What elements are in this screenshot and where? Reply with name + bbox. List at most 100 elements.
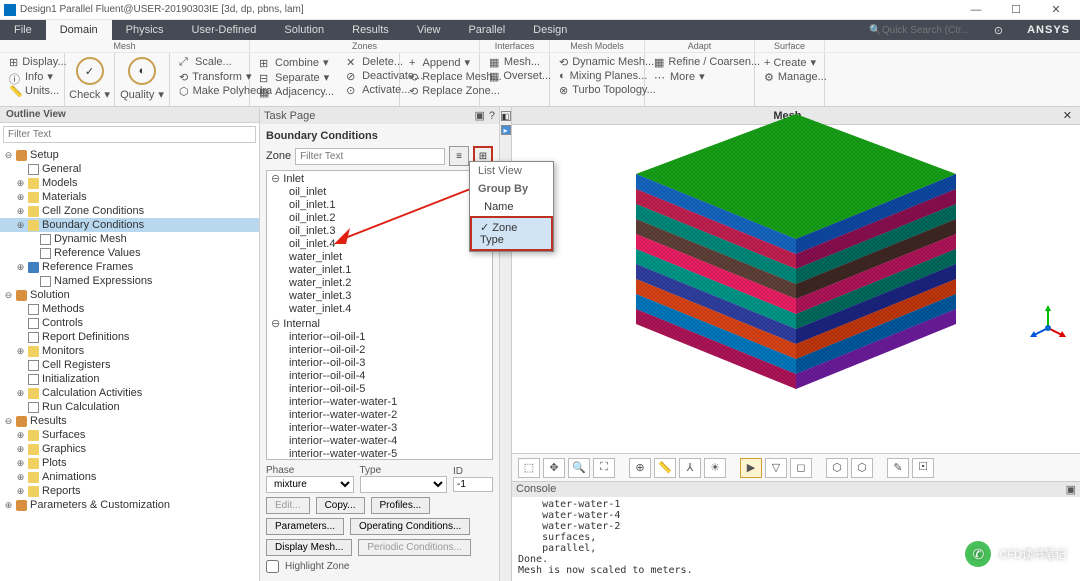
zone-item[interactable]: interior--water-water-1: [267, 396, 492, 409]
vt-persp[interactable]: ⬡: [851, 458, 873, 478]
check-button[interactable]: Check▾: [71, 87, 108, 102]
sidebar-pin-button[interactable]: ▸: [501, 125, 511, 135]
zone-item[interactable]: water_inlet.3: [267, 290, 492, 303]
tree-item[interactable]: Methods: [0, 302, 259, 316]
zone-item[interactable]: oil_inlet.3: [267, 225, 492, 238]
vt-pan[interactable]: ✥: [543, 458, 565, 478]
quality-button[interactable]: Quality▾: [121, 87, 163, 102]
vt-light[interactable]: ☀: [704, 458, 726, 478]
tree-item[interactable]: ⊖Solution: [0, 288, 259, 302]
viewport-close-button[interactable]: ✕: [1059, 109, 1076, 122]
mixing-planes-button[interactable]: ◐Mixing Planes...: [556, 69, 638, 83]
taskpage-help-icon[interactable]: ?: [489, 110, 495, 122]
profiles-button[interactable]: Profiles...: [371, 497, 431, 514]
tree-item[interactable]: ⊖Results: [0, 414, 259, 428]
info-button[interactable]: ⓘInfo▾: [6, 69, 58, 84]
tree-item[interactable]: ⊕Boundary Conditions: [0, 218, 259, 232]
vt-ruler[interactable]: 📏: [654, 458, 676, 478]
tree-item[interactable]: ⊕Reference Frames: [0, 260, 259, 274]
vt-snapshot[interactable]: 🞔: [912, 458, 934, 478]
vt-probe[interactable]: ⊕: [629, 458, 651, 478]
sidebar-collapse-button[interactable]: ◧: [501, 111, 511, 121]
zone-filter-input[interactable]: [295, 148, 445, 165]
tree-item[interactable]: Cell Registers: [0, 358, 259, 372]
scale-button[interactable]: ⤢Scale...: [176, 55, 243, 69]
zone-item[interactable]: interior--water-water-2: [267, 409, 492, 422]
popup-listview[interactable]: List View: [470, 162, 553, 180]
maximize-button[interactable]: ☐: [996, 1, 1036, 19]
menu-tab-parallel[interactable]: Parallel: [454, 20, 519, 40]
display-mesh-button[interactable]: Display Mesh...: [266, 539, 352, 556]
periodic-button[interactable]: Periodic Conditions...: [358, 539, 471, 556]
zone-item[interactable]: interior--water-water-4: [267, 435, 492, 448]
edit-button[interactable]: Edit...: [266, 497, 310, 514]
tree-item[interactable]: ⊕Materials: [0, 190, 259, 204]
vt-annotate[interactable]: ✎: [887, 458, 909, 478]
copy-button[interactable]: Copy...: [316, 497, 365, 514]
vt-zoomfit[interactable]: ⛶: [593, 458, 615, 478]
tree-item[interactable]: ⊕Surfaces: [0, 428, 259, 442]
zone-item[interactable]: interior--water-water-5: [267, 448, 492, 460]
tree-item[interactable]: Report Definitions: [0, 330, 259, 344]
adapt-more-button[interactable]: ⋯More▾: [651, 69, 748, 84]
refine-button[interactable]: ▦Refine / Coarsen...: [651, 55, 748, 69]
zone-item[interactable]: oil_inlet.1: [267, 199, 492, 212]
mesh-interfaces-button[interactable]: ▦Mesh...: [486, 55, 543, 69]
taskpage-undock-icon[interactable]: ▣: [474, 109, 484, 122]
overset-button[interactable]: ▦Overset...: [486, 69, 543, 83]
vt-axis[interactable]: ⅄: [679, 458, 701, 478]
zone-item[interactable]: oil_inlet.2: [267, 212, 492, 225]
vt-zoom[interactable]: 🔍: [568, 458, 590, 478]
append-button[interactable]: +Append▾: [406, 55, 473, 70]
zone-item[interactable]: water_inlet: [267, 251, 492, 264]
makepoly-button[interactable]: ⬡Make Polyhedra: [176, 84, 243, 98]
tree-item[interactable]: ⊖Setup: [0, 148, 259, 162]
vt-wireframe[interactable]: ▽: [765, 458, 787, 478]
menu-tab-view[interactable]: View: [403, 20, 455, 40]
tree-item[interactable]: ⊕Plots: [0, 456, 259, 470]
create-surface-button[interactable]: + Create▾: [761, 55, 818, 70]
display-button[interactable]: ⊞Display...: [6, 55, 58, 69]
vt-iso[interactable]: ⬡: [826, 458, 848, 478]
replace-zone-button[interactable]: ⟲Replace Zone...: [406, 84, 473, 98]
units-button[interactable]: 📏Units...: [6, 84, 58, 98]
zone-item[interactable]: water_inlet.2: [267, 277, 492, 290]
operating-conditions-button[interactable]: Operating Conditions...: [350, 518, 470, 535]
vt-shaded[interactable]: ▶: [740, 458, 762, 478]
zone-item[interactable]: water_inlet.1: [267, 264, 492, 277]
menu-tab-results[interactable]: Results: [338, 20, 403, 40]
help-icon[interactable]: ⊙: [980, 20, 1017, 40]
zone-sort-button[interactable]: ≡: [449, 146, 469, 166]
menu-tab-physics[interactable]: Physics: [112, 20, 178, 40]
console-undock-icon[interactable]: ▣: [1066, 483, 1076, 496]
check-icon[interactable]: ✓: [76, 57, 104, 85]
quick-search[interactable]: 🔍: [861, 20, 979, 40]
adjacency-button[interactable]: ▦Adjacency...: [256, 85, 337, 99]
dynamic-mesh-button[interactable]: ⟲Dynamic Mesh...: [556, 55, 638, 69]
combine-button[interactable]: ⊞Combine▾: [256, 55, 337, 70]
zone-item[interactable]: interior--oil-oil-5: [267, 383, 492, 396]
zone-item[interactable]: interior--oil-oil-4: [267, 370, 492, 383]
tree-item[interactable]: ⊕Animations: [0, 470, 259, 484]
mesh-viewport[interactable]: [512, 125, 1080, 453]
zone-item[interactable]: interior--water-water-3: [267, 422, 492, 435]
close-button[interactable]: ✕: [1036, 1, 1076, 19]
phase-select[interactable]: mixture: [266, 476, 354, 493]
replace-mesh-button[interactable]: ⟲Replace Mesh...: [406, 70, 473, 84]
outline-filter-input[interactable]: [3, 126, 256, 143]
tree-item[interactable]: Named Expressions: [0, 274, 259, 288]
transform-button[interactable]: ⟲Transform▾: [176, 69, 243, 84]
tree-item[interactable]: ⊕Parameters & Customization: [0, 498, 259, 512]
quality-icon[interactable]: ◐: [128, 57, 156, 85]
parameters-button[interactable]: Parameters...: [266, 518, 344, 535]
tree-item[interactable]: ⊕Calculation Activities: [0, 386, 259, 400]
menu-tab-solution[interactable]: Solution: [270, 20, 338, 40]
zone-item[interactable]: interior--oil-oil-3: [267, 357, 492, 370]
turbo-button[interactable]: ⊗Turbo Topology...: [556, 83, 638, 97]
tree-item[interactable]: Controls: [0, 316, 259, 330]
tree-item[interactable]: Run Calculation: [0, 400, 259, 414]
zone-item[interactable]: interior--oil-oil-1: [267, 331, 492, 344]
tree-item[interactable]: Dynamic Mesh: [0, 232, 259, 246]
zone-item[interactable]: oil_inlet.4: [267, 238, 492, 251]
zone-group[interactable]: Internal: [267, 316, 492, 331]
